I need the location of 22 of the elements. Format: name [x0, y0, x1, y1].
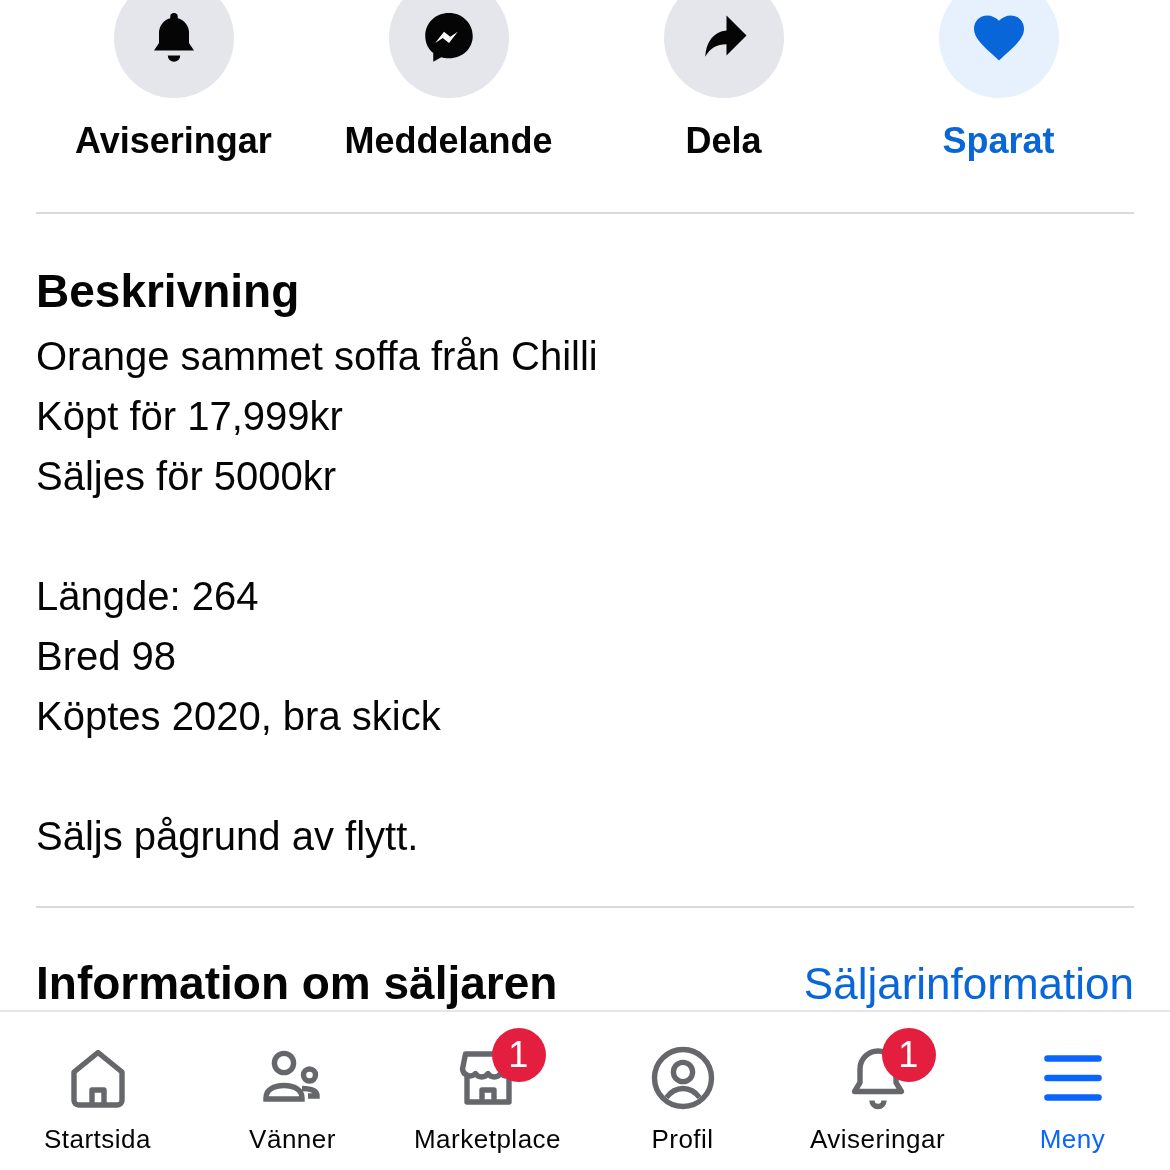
seller-info-link[interactable]: Säljarinformation [803, 959, 1134, 1009]
action-button[interactable]: Sparat [861, 0, 1136, 162]
description-text: Orange sammet soffa från Chilli [36, 333, 599, 380]
description-text: Köpt för 17,999kr [36, 393, 344, 440]
tab-bar-item[interactable]: Startsida [0, 1012, 195, 1170]
tab-bar-item[interactable]: Meny [975, 1012, 1170, 1170]
tab-bar-item[interactable]: Profil [585, 1012, 780, 1170]
description-text: Säljes för 5000kr [36, 453, 338, 500]
section-title: Information om säljaren [36, 956, 558, 1010]
description-text: Bred 98 [36, 633, 178, 680]
notification-badge: 1 [881, 1028, 936, 1082]
tab-bar-item[interactable]: 1 Aviseringar [780, 1012, 975, 1170]
description-text: Längde: 264 [36, 573, 260, 620]
tab-bar-item[interactable]: 1 Marketplace [390, 1012, 585, 1170]
description-text: Säljs pågrund av flytt. [36, 813, 420, 860]
action-button[interactable]: Meddelande [311, 0, 586, 162]
section-title: Beskrivning [36, 264, 301, 318]
action-button[interactable]: Dela [586, 0, 861, 162]
action-button[interactable]: Aviseringar [36, 0, 311, 162]
description-text: Köptes 2020, bra skick [36, 693, 442, 740]
tab-bar-item[interactable]: Vänner [195, 1012, 390, 1170]
notification-badge: 1 [491, 1028, 546, 1082]
